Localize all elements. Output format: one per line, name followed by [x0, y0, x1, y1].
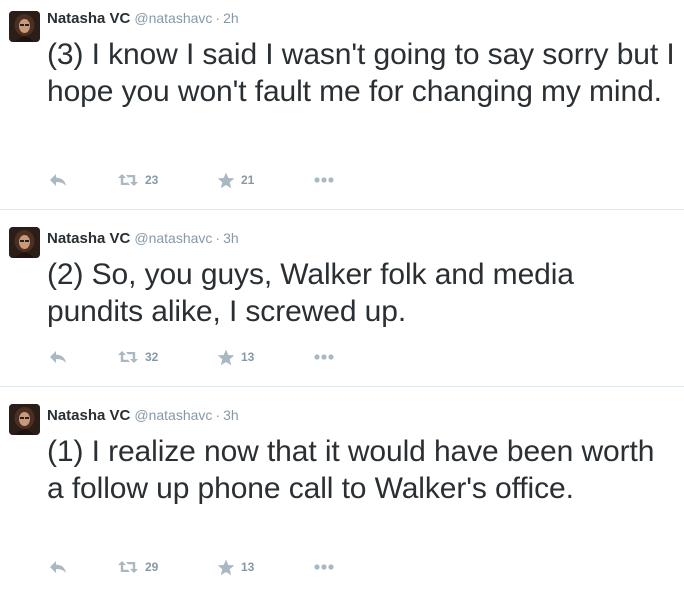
timestamp[interactable]: 3h — [223, 407, 239, 423]
reply-button[interactable] — [49, 170, 67, 190]
tweet-text: (3) I know I said I wasn't going to say … — [47, 38, 675, 108]
tweet-actions: 29 13 — [47, 557, 367, 577]
avatar[interactable] — [9, 11, 40, 42]
tweet-text: (2) So, you guys, Walker folk and media … — [47, 258, 574, 328]
separator: · — [215, 10, 221, 26]
retweet-count: 23 — [145, 173, 159, 187]
reply-icon — [50, 351, 66, 363]
more-button[interactable] — [313, 557, 335, 577]
username[interactable]: @natashavc — [134, 230, 212, 246]
favorite-button[interactable]: 13 — [217, 347, 254, 367]
reply-button[interactable] — [49, 557, 67, 577]
separator: · — [215, 230, 221, 246]
tweet-header: Natasha VC @natashavc · 3h — [47, 229, 239, 248]
username[interactable]: @natashavc — [134, 10, 212, 26]
retweet-button[interactable]: 29 — [117, 557, 158, 577]
retweet-icon — [118, 561, 138, 573]
favorite-button[interactable]: 13 — [217, 557, 254, 577]
retweet-count: 29 — [145, 560, 159, 574]
timestamp[interactable]: 2h — [223, 10, 239, 26]
reply-icon — [50, 174, 66, 186]
tweet-header: Natasha VC @natashavc · 2h — [47, 9, 239, 28]
tweet[interactable]: Natasha VC @natashavc · 3h (2) So, you guys… — [0, 210, 684, 387]
retweet-button[interactable]: 32 — [117, 347, 158, 367]
more-button[interactable] — [313, 347, 335, 367]
reply-button[interactable] — [49, 347, 67, 367]
username[interactable]: @natashavc — [134, 407, 212, 423]
separator: · — [215, 407, 221, 423]
tweet[interactable]: Natasha VC @natashavc · 3h (1) I realize no… — [0, 387, 684, 596]
reply-icon — [50, 561, 66, 573]
favorite-count: 13 — [241, 350, 255, 364]
more-button[interactable] — [313, 170, 335, 190]
more-icon — [314, 354, 334, 360]
fullname[interactable]: Natasha VC — [47, 10, 130, 27]
more-icon — [314, 177, 334, 183]
star-icon — [217, 172, 235, 188]
favorite-count: 13 — [241, 560, 255, 574]
star-icon — [217, 349, 235, 365]
tweet[interactable]: Natasha VC @natashavc · 2h (3) I know I sai… — [0, 0, 684, 210]
favorite-button[interactable]: 21 — [217, 170, 254, 190]
tweet-header: Natasha VC @natashavc · 3h — [47, 406, 239, 425]
retweet-button[interactable]: 23 — [117, 170, 158, 190]
retweet-icon — [118, 174, 138, 186]
tweet-text: (1) I realize now that it would have bee… — [47, 435, 655, 505]
tweet-actions: 32 13 — [47, 347, 367, 367]
avatar[interactable] — [9, 227, 40, 258]
star-icon — [217, 559, 235, 575]
avatar[interactable] — [9, 404, 40, 435]
favorite-count: 21 — [241, 173, 255, 187]
fullname[interactable]: Natasha VC — [47, 230, 130, 247]
more-icon — [314, 564, 334, 570]
fullname[interactable]: Natasha VC — [47, 407, 130, 424]
retweet-count: 32 — [145, 350, 159, 364]
retweet-icon — [118, 351, 138, 363]
tweet-actions: 23 21 — [47, 170, 367, 190]
timestamp[interactable]: 3h — [223, 230, 239, 246]
